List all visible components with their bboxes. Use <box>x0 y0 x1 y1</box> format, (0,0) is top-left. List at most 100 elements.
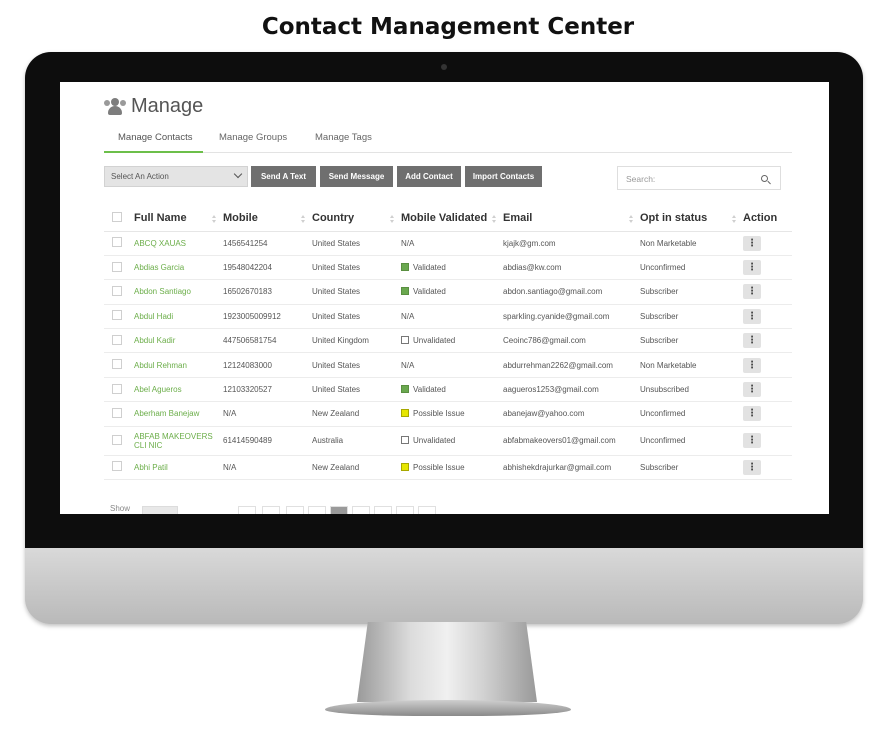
table-row: Abdul Hadi 1923005009912 United States N/A s… <box>104 304 792 330</box>
row-checkbox[interactable] <box>112 261 122 272</box>
row-action-menu-button[interactable]: ⋮ <box>743 235 761 251</box>
add-contact-button[interactable]: Add Contact <box>397 166 461 187</box>
row-action-menu-button[interactable]: ⋮ <box>743 357 761 373</box>
col-email[interactable]: Email <box>503 206 640 232</box>
col-opt-in-status[interactable]: Opt in status <box>640 206 743 232</box>
first-page-button[interactable] <box>238 506 256 514</box>
action-cell: ⋮ <box>743 352 792 378</box>
country-cell: United States <box>312 304 401 330</box>
col-mobile[interactable]: Mobile <box>223 206 312 232</box>
contact-name-link[interactable]: Aberham Banejaw <box>134 409 199 418</box>
row-action-menu-button[interactable]: ⋮ <box>743 382 761 398</box>
row-checkbox[interactable] <box>112 407 122 418</box>
import-contacts-button[interactable]: Import Contacts <box>465 166 542 187</box>
tab-manage-contacts[interactable]: Manage Contacts <box>104 131 203 153</box>
row-checkbox[interactable] <box>112 434 122 445</box>
row-action-menu-button[interactable]: ⋮ <box>743 260 761 276</box>
action-select[interactable]: Select An Action <box>104 166 248 187</box>
full-name-cell: Abdias Garcia <box>134 255 223 281</box>
opt-in-status-cell: Non Marketable <box>640 231 743 256</box>
row-checkbox[interactable] <box>112 310 122 321</box>
send-text-button[interactable]: Send A Text <box>251 166 316 187</box>
contact-name-link[interactable]: Abdul Rehman <box>134 361 187 370</box>
email-cell: abdias@kw.com <box>503 255 640 281</box>
next-page-button[interactable] <box>396 506 414 514</box>
row-checkbox[interactable] <box>112 285 122 296</box>
contact-name-link[interactable]: ABFAB MAKEOVERS CLI NIC <box>134 432 213 450</box>
mobile-cell: 447506581754 <box>223 328 312 354</box>
mobile-cell: N/A <box>223 401 312 427</box>
last-page-button[interactable] <box>418 506 436 514</box>
contact-name-link[interactable]: Abdul Hadi <box>134 312 173 321</box>
contact-name-link[interactable]: Abdul Kadir <box>134 336 175 345</box>
send-message-button[interactable]: Send Message <box>320 166 393 187</box>
validation-status-icon <box>401 436 409 445</box>
page-button[interactable] <box>352 506 370 514</box>
action-cell: ⋮ <box>743 426 792 456</box>
page-button[interactable] <box>374 506 392 514</box>
users-icon <box>104 97 126 115</box>
table-footer: Show <box>104 504 792 514</box>
mobile-cell: 1456541254 <box>223 231 312 256</box>
prev-page-button[interactable] <box>262 506 280 514</box>
row-checkbox-cell <box>104 231 134 256</box>
row-checkbox[interactable] <box>112 383 122 394</box>
col-full-name[interactable]: Full Name <box>134 206 223 232</box>
row-action-menu-button[interactable]: ⋮ <box>743 459 761 475</box>
action-cell: ⋮ <box>743 455 792 481</box>
opt-in-status-cell: Unconfirmed <box>640 426 743 456</box>
page-button[interactable] <box>286 506 304 514</box>
row-checkbox[interactable] <box>112 461 122 472</box>
table-row: Abdias Garcia 19548042204 United States Val… <box>104 255 792 281</box>
row-action-menu-button[interactable]: ⋮ <box>743 333 761 349</box>
country-cell: United States <box>312 279 401 305</box>
app-screen: Manage Manage Contacts Manage Groups Man… <box>60 82 829 514</box>
row-action-menu-button[interactable]: ⋮ <box>743 433 761 449</box>
toolbar: Select An Action Send A Text Send Messag… <box>104 166 792 190</box>
tab-manage-tags[interactable]: Manage Tags <box>315 131 372 153</box>
contacts-table: Full Name Mobile Country Mobile Validate… <box>104 206 792 481</box>
page-size-select[interactable] <box>142 506 178 514</box>
row-action-menu-button[interactable]: ⋮ <box>743 308 761 324</box>
contact-name-link[interactable]: ABCQ XAUAS <box>134 239 186 248</box>
row-checkbox[interactable] <box>112 334 122 345</box>
action-cell: ⋮ <box>743 279 792 305</box>
mobile-validated-cell: Validated <box>401 279 503 305</box>
action-cell: ⋮ <box>743 328 792 354</box>
row-checkbox[interactable] <box>112 359 122 370</box>
row-action-menu-button[interactable]: ⋮ <box>743 406 761 422</box>
row-action-menu-button[interactable]: ⋮ <box>743 284 761 300</box>
camera-dot <box>441 64 447 70</box>
email-cell: aagueros1253@gmail.com <box>503 377 640 403</box>
manage-title: Manage <box>131 94 204 117</box>
mobile-cell: 12103320527 <box>223 377 312 403</box>
select-all-checkbox[interactable] <box>112 211 122 222</box>
page-button[interactable] <box>308 506 326 514</box>
contact-name-link[interactable]: Abhi Patil <box>134 463 168 472</box>
row-checkbox-cell <box>104 401 134 427</box>
table-row: Aberham Banejaw N/A New Zealand Possible Is… <box>104 401 792 427</box>
col-mobile-validated[interactable]: Mobile Validated <box>401 206 503 232</box>
country-cell: United States <box>312 231 401 256</box>
table-row: ABCQ XAUAS 1456541254 United States N/A kjaj… <box>104 231 792 256</box>
select-all-header <box>104 206 134 232</box>
full-name-cell: Abel Agueros <box>134 377 223 403</box>
row-checkbox-cell <box>104 377 134 403</box>
table-row: ABFAB MAKEOVERS CLI NIC 61414590489 Austra… <box>104 426 792 456</box>
search-icon[interactable] <box>761 175 768 182</box>
search-input[interactable]: Search: <box>617 166 781 190</box>
contact-name-link[interactable]: Abdias Garcia <box>134 263 184 272</box>
col-country[interactable]: Country <box>312 206 401 232</box>
opt-in-status-cell: Unconfirmed <box>640 255 743 281</box>
row-checkbox-cell <box>104 255 134 281</box>
contact-name-link[interactable]: Abel Agueros <box>134 385 182 394</box>
contact-name-link[interactable]: Abdon Santiago <box>134 287 191 296</box>
mobile-validated-cell: Possible Issue <box>401 455 503 481</box>
full-name-cell: Abhi Patil <box>134 455 223 481</box>
row-checkbox[interactable] <box>112 237 122 248</box>
country-cell: United Kingdom <box>312 328 401 354</box>
current-page-button[interactable] <box>330 506 348 514</box>
email-cell: abdurrehman2262@gmail.com <box>503 352 640 378</box>
row-checkbox-cell <box>104 426 134 456</box>
tab-manage-groups[interactable]: Manage Groups <box>219 131 287 153</box>
